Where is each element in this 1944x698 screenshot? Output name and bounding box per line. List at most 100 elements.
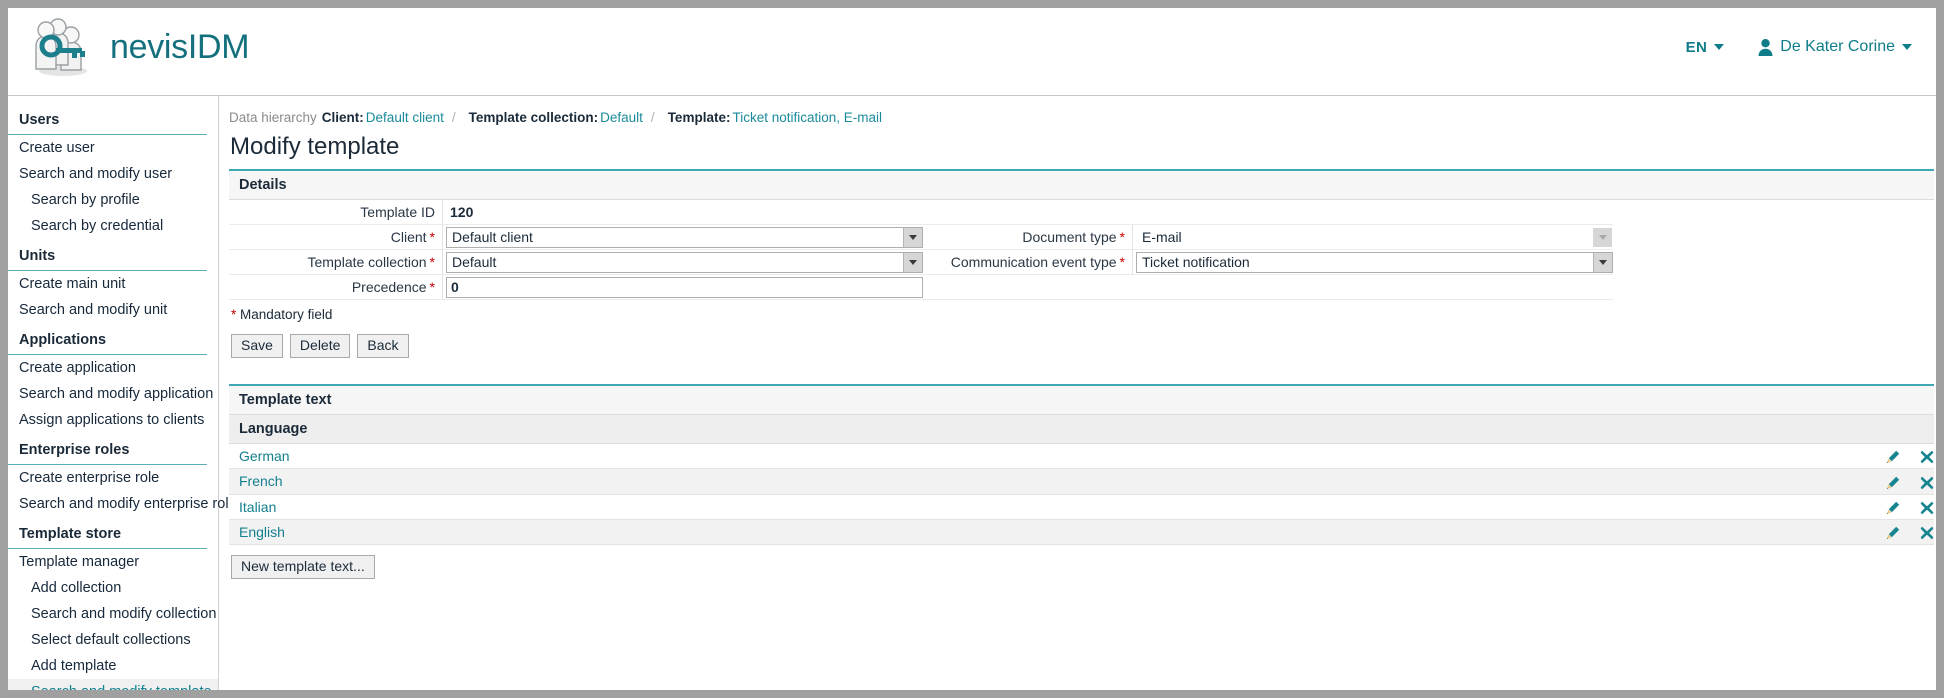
user-name: De Kater Corine <box>1780 38 1895 56</box>
document-type-select-value: E-mail <box>1142 229 1182 245</box>
sidebar-item-search-and-modify-template[interactable]: Search and modify template <box>8 679 218 690</box>
spacer-field-row4 <box>1133 275 1613 300</box>
label-template-id: Template ID <box>229 200 443 225</box>
field-communication-event-type: Ticket notification <box>1133 250 1613 275</box>
sidebar-item-create-user[interactable]: Create user <box>8 135 218 161</box>
template-collection-select[interactable]: Default <box>446 252 923 273</box>
communication-event-type-select[interactable]: Ticket notification <box>1136 252 1613 273</box>
brand[interactable]: nevisIDM <box>30 16 249 78</box>
cell-language: Italian <box>229 494 1107 519</box>
client-select[interactable]: Default client <box>446 227 923 248</box>
cell-language: English <box>229 519 1107 544</box>
chevron-down-icon <box>1714 44 1724 50</box>
sidebar-item-add-template[interactable]: Add template <box>8 653 218 679</box>
breadcrumb-link-client[interactable]: Default client <box>366 110 444 125</box>
breadcrumb-root: Data hierarchy <box>229 110 317 125</box>
save-button[interactable]: Save <box>231 334 283 358</box>
sidebar-item-assign-applications-to-clients[interactable]: Assign applications to clients <box>8 407 218 433</box>
template-text-panel-title: Template text <box>229 386 1934 415</box>
label-communication-event-type: Communication event type * <box>923 250 1133 275</box>
brand-name: nevisIDM <box>110 28 249 67</box>
sidebar-item-search-and-modify-enterprise-role[interactable]: Search and modify enterprise role <box>8 491 218 517</box>
sidebar-item-create-enterprise-role[interactable]: Create enterprise role <box>8 465 218 491</box>
language-link-italian[interactable]: Italian <box>239 499 276 515</box>
pencil-icon[interactable] <box>1886 450 1900 464</box>
details-panel-title: Details <box>229 171 1934 200</box>
delete-button[interactable]: Delete <box>290 334 350 358</box>
pencil-icon[interactable] <box>1886 476 1900 490</box>
language-link-english[interactable]: English <box>239 524 285 540</box>
x-cross-icon[interactable] <box>1920 526 1934 540</box>
x-cross-icon[interactable] <box>1920 476 1934 490</box>
sidebar-item-template-manager[interactable]: Template manager <box>8 549 218 575</box>
field-template-collection: Default <box>443 250 923 275</box>
table-row: French <box>229 469 1934 494</box>
sidebar-section-applications: Applications <box>8 323 207 355</box>
label-document-type: Document type * <box>923 225 1133 250</box>
breadcrumb-separator: / <box>452 110 456 125</box>
person-icon <box>1758 39 1773 56</box>
user-menu[interactable]: De Kater Corine <box>1758 38 1912 56</box>
sidebar-item-create-application[interactable]: Create application <box>8 355 218 381</box>
language-link-german[interactable]: German <box>239 448 290 464</box>
sidebar-section-users: Users <box>8 102 207 135</box>
sidebar-section-enterprise-roles: Enterprise roles <box>8 433 207 465</box>
precedence-input[interactable] <box>446 277 923 298</box>
required-marker: * <box>430 279 435 295</box>
chevron-down-icon <box>1902 44 1912 50</box>
breadcrumb-link-template[interactable]: Ticket notification, E-mail <box>732 110 882 125</box>
communication-event-type-select-value: Ticket notification <box>1142 254 1250 270</box>
template-text-table: Language German <box>229 415 1934 545</box>
field-template-id: 120 <box>443 200 923 225</box>
breadcrumb-separator: / <box>651 110 655 125</box>
section-divider <box>229 358 1936 384</box>
details-button-row: Save Delete Back <box>229 324 1936 358</box>
pencil-icon[interactable] <box>1886 501 1900 515</box>
field-precedence <box>443 275 923 300</box>
pencil-icon[interactable] <box>1886 526 1900 540</box>
language-code: EN <box>1686 39 1708 56</box>
main-content: Data hierarchyClient:Default client/Temp… <box>219 96 1936 690</box>
mandatory-text: Mandatory field <box>240 307 332 322</box>
x-cross-icon[interactable] <box>1920 501 1934 515</box>
new-template-text-button[interactable]: New template text... <box>231 555 375 579</box>
language-selector[interactable]: EN <box>1686 39 1725 56</box>
field-client: Default client <box>443 225 923 250</box>
mandatory-marker: * <box>231 307 236 322</box>
people-key-logo-icon <box>30 16 96 78</box>
breadcrumb-label-template: Template: <box>668 110 731 125</box>
label-precedence: Precedence * <box>229 275 443 300</box>
cell-language: German <box>229 444 1107 469</box>
cell-language: French <box>229 469 1107 494</box>
label-template-collection: Template collection * <box>229 250 443 275</box>
spacer-field-row1 <box>1133 200 1613 225</box>
header-actions: EN De Kater Corine <box>1686 38 1912 56</box>
sidebar-item-search-and-modify-collection[interactable]: Search and modify collection <box>8 601 218 627</box>
sidebar-item-search-and-modify-application[interactable]: Search and modify application <box>8 381 218 407</box>
required-marker: * <box>1120 229 1125 245</box>
chevron-down-icon <box>1593 228 1612 247</box>
breadcrumb-label-template-collection: Template collection: <box>469 110 599 125</box>
table-header-row: Language <box>229 415 1934 444</box>
details-panel: Details Template ID 120 Client * <box>229 169 1934 300</box>
column-header-actions <box>1107 415 1934 444</box>
language-link-french[interactable]: French <box>239 473 283 489</box>
breadcrumb-link-template-collection[interactable]: Default <box>600 110 643 125</box>
spacer-label-row4 <box>923 275 1133 300</box>
cell-actions <box>1107 469 1934 494</box>
template-text-panel: Template text Language German <box>229 384 1934 545</box>
back-button[interactable]: Back <box>357 334 408 358</box>
app-header: nevisIDM EN De Kater Corine <box>8 8 1936 96</box>
sidebar-item-select-default-collections[interactable]: Select default collections <box>8 627 218 653</box>
sidebar-item-add-collection[interactable]: Add collection <box>8 575 218 601</box>
template-collection-select-value: Default <box>452 254 496 270</box>
sidebar-item-search-by-profile[interactable]: Search by profile <box>8 187 218 213</box>
value-template-id: 120 <box>446 204 473 220</box>
sidebar-item-search-and-modify-user[interactable]: Search and modify user <box>8 161 218 187</box>
column-header-language: Language <box>229 415 1107 444</box>
sidebar-item-create-main-unit[interactable]: Create main unit <box>8 271 218 297</box>
sidebar-item-search-and-modify-unit[interactable]: Search and modify unit <box>8 297 218 323</box>
sidebar-item-search-by-credential[interactable]: Search by credential <box>8 213 218 239</box>
table-row: German <box>229 444 1934 469</box>
x-cross-icon[interactable] <box>1920 450 1934 464</box>
